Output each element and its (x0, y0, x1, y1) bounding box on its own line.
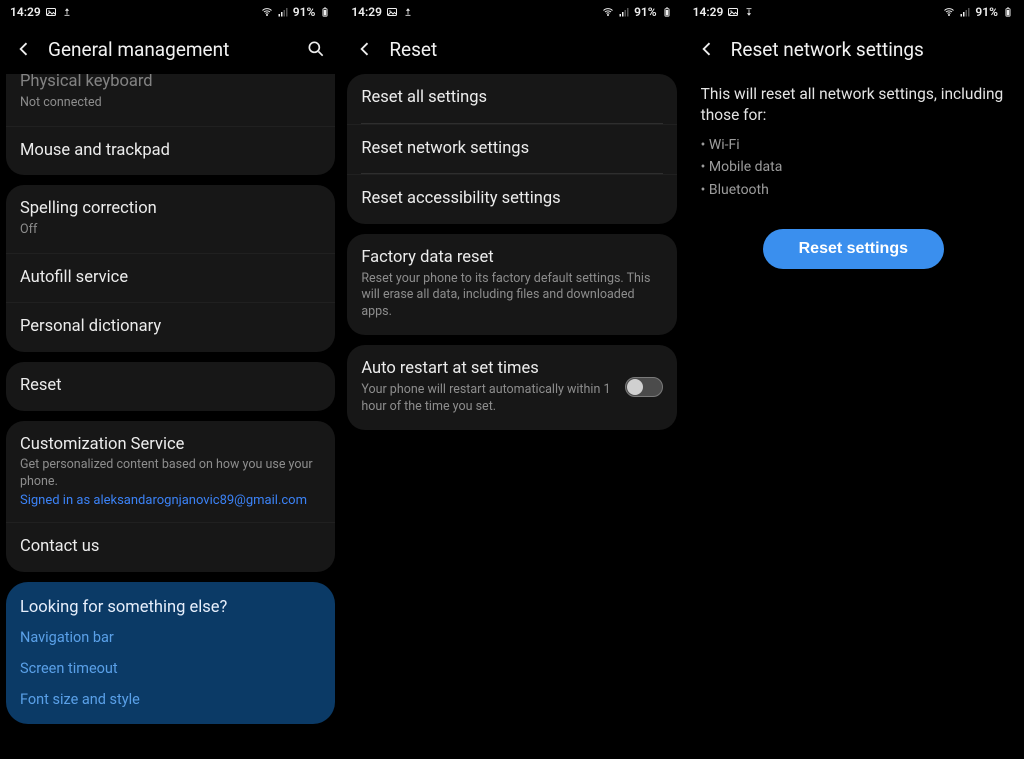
status-battery-percent: 91% (634, 5, 657, 19)
item-reset-accessibility-settings[interactable]: Reset accessibility settings (347, 174, 676, 224)
status-battery-percent: 91% (975, 5, 998, 19)
settings-list: Physical keyboard Not connected Mouse an… (0, 74, 341, 759)
page-title: Reset network settings (731, 38, 924, 61)
upload-icon (402, 6, 414, 18)
reset-settings-button[interactable]: Reset settings (763, 229, 944, 269)
wifi-icon (261, 6, 273, 18)
signed-in-link[interactable]: Signed in as aleksandarognjanovic89@gmai… (20, 493, 321, 508)
status-bar: 14:29 91% (683, 0, 1024, 24)
screen-reset: 14:29 91% Reset (341, 0, 682, 759)
item-spelling-correction[interactable]: Spelling correction Off (6, 185, 335, 253)
download-icon (743, 6, 755, 18)
item-mouse-trackpad[interactable]: Mouse and trackpad (6, 126, 335, 176)
item-physical-keyboard[interactable]: Physical keyboard Not connected (6, 74, 335, 126)
item-factory-data-reset[interactable]: Factory data reset Reset your phone to i… (347, 234, 676, 335)
reset-network-list: Wi-Fi Mobile data Bluetooth (683, 126, 1024, 201)
item-customization-service[interactable]: Customization Service Get personalized c… (6, 421, 335, 522)
signal-icon (959, 6, 971, 18)
status-time: 14:29 (351, 5, 382, 19)
wifi-icon (602, 6, 614, 18)
tip-title: Looking for something else? (20, 598, 321, 617)
item-reset-all-settings[interactable]: Reset all settings (347, 74, 676, 123)
reset-network-description: This will reset all network settings, in… (683, 74, 1024, 126)
header: General management (0, 24, 341, 74)
status-time: 14:29 (10, 5, 41, 19)
auto-restart-toggle[interactable] (625, 377, 663, 397)
screen-reset-network: 14:29 91% Reset network settings This wi… (683, 0, 1024, 759)
image-icon (386, 6, 398, 18)
tip-link-screen-timeout[interactable]: Screen timeout (20, 660, 321, 677)
header: Reset network settings (683, 24, 1024, 74)
item-reset[interactable]: Reset (6, 362, 335, 411)
bullet-mobile-data: Mobile data (713, 156, 1006, 178)
battery-icon (319, 6, 331, 18)
screen-general-management: 14:29 91% (0, 0, 341, 759)
battery-icon (661, 6, 673, 18)
status-time: 14:29 (693, 5, 724, 19)
tip-link-navigation-bar[interactable]: Navigation bar (20, 629, 321, 646)
item-autofill-service[interactable]: Autofill service (6, 253, 335, 303)
signal-icon (618, 6, 630, 18)
bullet-bluetooth: Bluetooth (713, 179, 1006, 201)
item-reset-network-settings[interactable]: Reset network settings (347, 124, 676, 174)
item-contact-us[interactable]: Contact us (6, 522, 335, 572)
settings-list: Reset all settings Reset network setting… (341, 74, 682, 759)
tip-card: Looking for something else? Navigation b… (6, 582, 335, 724)
item-personal-dictionary[interactable]: Personal dictionary (6, 302, 335, 352)
image-icon (727, 6, 739, 18)
search-icon[interactable] (305, 38, 327, 60)
back-button[interactable] (14, 39, 34, 59)
back-button[interactable] (697, 39, 717, 59)
page-title: General management (48, 38, 229, 61)
battery-icon (1002, 6, 1014, 18)
page-title: Reset (389, 38, 437, 61)
tip-link-font-size[interactable]: Font size and style (20, 691, 321, 708)
upload-icon (61, 6, 73, 18)
status-battery-percent: 91% (293, 5, 316, 19)
image-icon (45, 6, 57, 18)
signal-icon (277, 6, 289, 18)
status-bar: 14:29 91% (0, 0, 341, 24)
header: Reset (341, 24, 682, 74)
bullet-wifi: Wi-Fi (713, 134, 1006, 156)
back-button[interactable] (355, 39, 375, 59)
wifi-icon (943, 6, 955, 18)
status-bar: 14:29 91% (341, 0, 682, 24)
item-auto-restart[interactable]: Auto restart at set times Your phone wil… (347, 345, 676, 429)
